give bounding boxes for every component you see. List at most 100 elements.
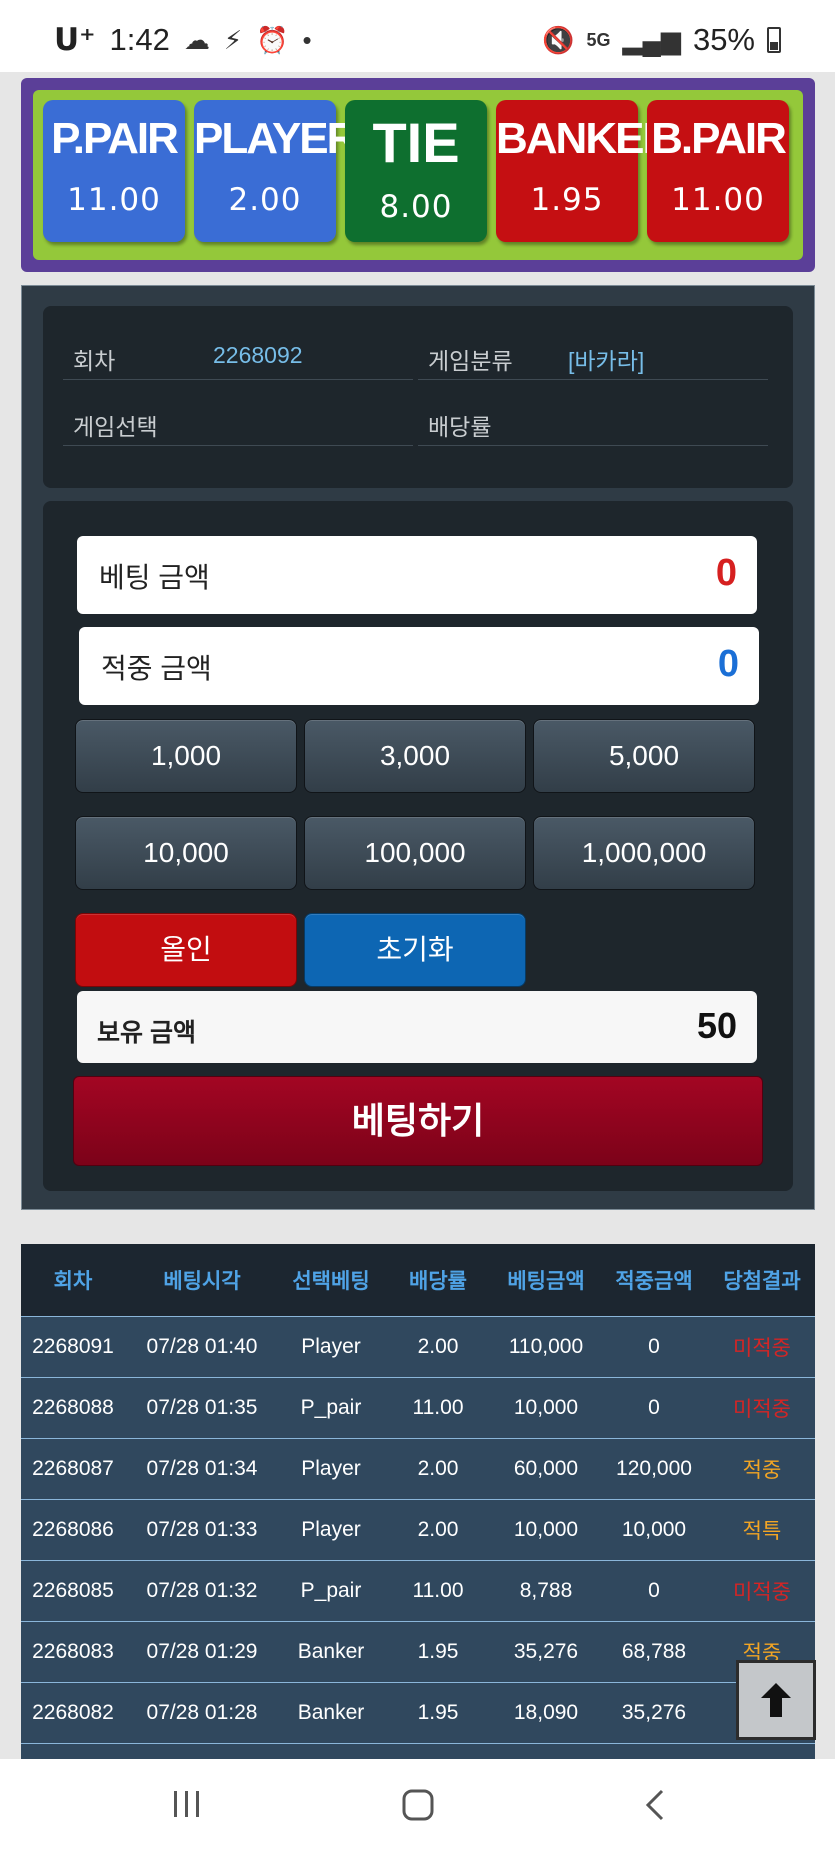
cell-odds: 11.00 [383,1376,493,1438]
battery-icon [767,27,781,53]
bet-option-name: PLAYER [194,114,358,163]
cell-selection: Player [279,1437,383,1499]
cell-round: 2268087 [21,1437,125,1499]
cell-result: 미적중 [709,1559,815,1621]
bet-option-name: P.PAIR [51,114,179,163]
all-in-button[interactable]: 올인 [75,913,297,987]
cell-time: 07/28 01:28 [125,1681,279,1743]
bet-option-b-pair[interactable]: B.PAIR 11.00 [647,100,789,242]
cell-selection: Banker [279,1681,383,1743]
bet-option-odds: 2.00 [228,182,302,218]
cell-selection: Player [279,1315,383,1377]
back-icon [645,1789,664,1821]
table-row: 2268086 07/28 01:33 Player 2.00 10,000 1… [21,1498,815,1560]
table-row: 2268082 07/28 01:28 Banker 1.95 18,090 3… [21,1681,815,1743]
cell-time: 07/28 01:35 [125,1376,279,1438]
info-category-value: [바카라] [568,348,645,374]
bet-option-p-pair[interactable]: P.PAIR 11.00 [43,100,185,242]
status-bar: U⁺ 1:42 ☁ ⚡ ⏰ • 🔇 5G ▂▄▆ 35% [0,0,835,72]
chip-5000-button[interactable]: 5,000 [533,719,755,793]
chip-1000000-button[interactable]: 1,000,000 [533,816,755,890]
column-header: 회차 [21,1244,125,1316]
bet-amount-value: 0 [715,552,737,594]
status-right: 🔇 5G ▂▄▆ 35% [542,22,781,58]
chip-100000-button[interactable]: 100,000 [304,816,526,890]
back-button[interactable] [640,1787,670,1828]
bet-option-odds: 1.95 [530,182,604,218]
home-button[interactable] [400,1787,436,1828]
bet-option-name: BANKER [496,114,674,163]
win-amount-field: 적중 금액 0 [79,627,759,705]
cell-odds: 2.00 [383,1437,493,1499]
table-row: 2268083 07/28 01:29 Banker 1.95 35,276 6… [21,1620,815,1682]
cell-time: 07/28 01:33 [125,1498,279,1560]
scroll-to-top-button[interactable] [736,1660,816,1740]
bet-option-player[interactable]: PLAYER 2.00 [194,100,358,242]
column-header: 베팅시각 [125,1244,279,1316]
bet-option-banker[interactable]: BANKER 1.95 [496,100,674,242]
cell-bet: 10,000 [493,1376,599,1438]
bet-option-odds: 11.00 [67,182,161,218]
cell-result: 미적중 [709,1315,815,1377]
balance-field: 보유 금액 50 [77,991,757,1063]
cell-bet: 10,000 [493,1498,599,1560]
partial-row [21,1742,815,1759]
info-selection: 게임선택 [63,400,413,446]
column-header: 베팅금액 [493,1244,599,1316]
cell-round: 2268086 [21,1498,125,1560]
bet-option-tie[interactable]: TIE 8.00 [345,100,487,242]
win-amount-label: 적중 금액 [101,653,212,684]
mute-icon: 🔇 [542,24,575,55]
notification-dot-icon: • [302,24,312,55]
data-saver-icon: ⚡ [223,24,243,55]
place-bet-button[interactable]: 베팅하기 [73,1076,763,1166]
cell-round: 2268082 [21,1681,125,1743]
home-icon [402,1789,434,1821]
cell-selection: Player [279,1498,383,1560]
cell-round: 2268091 [21,1315,125,1377]
cell-selection: P_pair [279,1559,383,1621]
bet-option-name: TIE [372,111,460,174]
bet-history[interactable]: 회차 베팅시각 선택베팅 배당률 베팅금액 적중금액 당첨결과 2268091 … [21,1244,815,1759]
arrow-up-icon [761,1683,791,1717]
cell-time: 07/28 01:29 [125,1620,279,1682]
recent-apps-button[interactable] [170,1787,204,1826]
info-category: 게임분류 [바카라] [418,334,768,380]
table-row: 2268088 07/28 01:35 P_pair 11.00 10,000 … [21,1376,815,1438]
cell-win: 120,000 [599,1437,709,1499]
table-row: 2268087 07/28 01:34 Player 2.00 60,000 1… [21,1437,815,1499]
cell-bet: 110,000 [493,1315,599,1377]
cell-win: 0 [599,1376,709,1438]
info-category-label: 게임분류 [428,348,513,374]
chip-1000-button[interactable]: 1,000 [75,719,297,793]
table-header-row: 회차 베팅시각 선택베팅 배당률 베팅금액 적중금액 당첨결과 [21,1244,815,1316]
cell-round: 2268088 [21,1376,125,1438]
info-odds: 배당률 [418,400,768,446]
cell-odds: 2.00 [383,1498,493,1560]
cell-selection: P_pair [279,1376,383,1438]
cell-odds: 2.00 [383,1315,493,1377]
cell-win: 0 [599,1315,709,1377]
system-nav-bar [0,1759,835,1856]
signal-icon: ▂▄▆ [622,24,681,55]
cell-win: 35,276 [599,1681,709,1743]
chip-10000-button[interactable]: 10,000 [75,816,297,890]
bet-options-panel: P.PAIR 11.00 PLAYER 2.00 TIE 8.00 BANKER… [33,90,803,260]
info-odds-label: 배당률 [428,414,492,440]
cell-selection: Banker [279,1620,383,1682]
info-selection-label: 게임선택 [73,414,158,440]
cell-time: 07/28 01:40 [125,1315,279,1377]
cell-bet: 35,276 [493,1620,599,1682]
cell-bet: 18,090 [493,1681,599,1743]
reset-button[interactable]: 초기화 [304,913,526,987]
win-amount-value: 0 [717,643,739,685]
cloud-icon: ☁ [183,24,210,55]
cell-win: 68,788 [599,1620,709,1682]
table-row: 2268091 07/28 01:40 Player 2.00 110,000 … [21,1315,815,1377]
cell-result: 적중 [709,1437,815,1499]
chip-3000-button[interactable]: 3,000 [304,719,526,793]
bet-amount-field[interactable]: 베팅 금액 0 [77,536,757,614]
balance-value: 50 [696,1005,737,1046]
network-type: 5G [586,29,611,50]
column-header: 당첨결과 [709,1244,815,1316]
